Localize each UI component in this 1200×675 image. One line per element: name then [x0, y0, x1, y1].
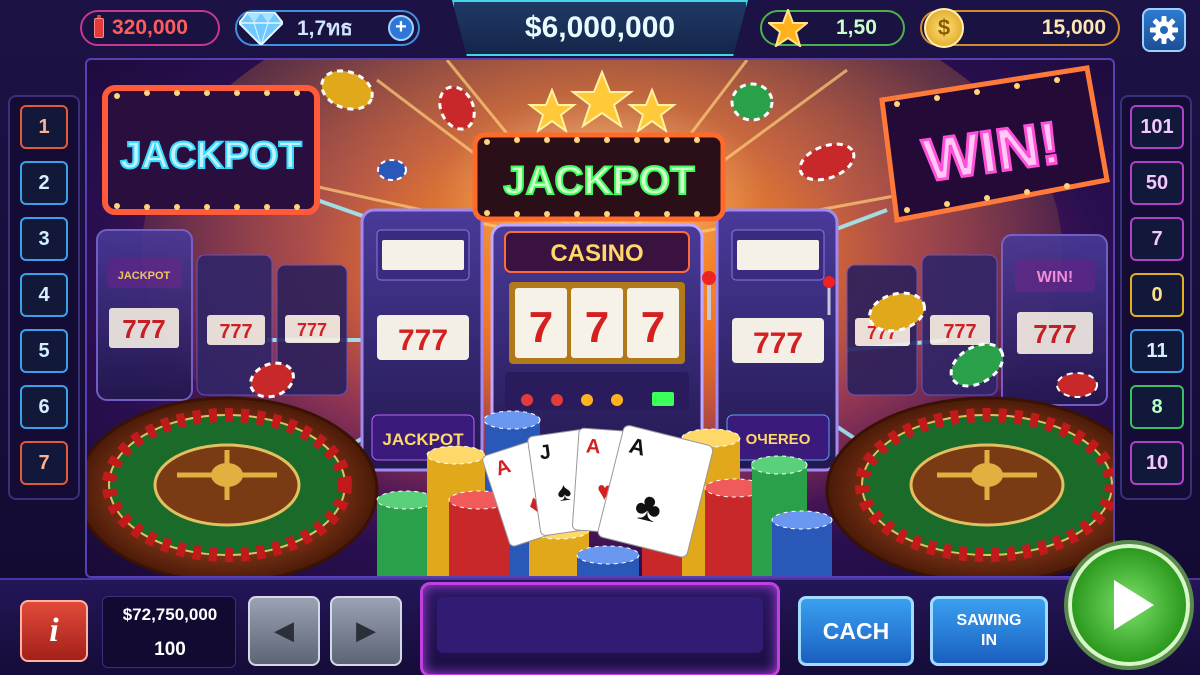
far-left-machine-label: JACKPOT [118, 270, 171, 282]
left-number-button-3[interactable]: 3 [20, 217, 68, 261]
settings-button[interactable] [1142, 8, 1186, 52]
add-gems-button[interactable]: + [388, 15, 414, 41]
gem-counter: 1,7ทธ + [235, 10, 420, 46]
casino-label: CASINO [550, 240, 643, 267]
bottom-control-bar: i $72,750,000 100 ◀ ▶ CACH SAWING IN [0, 544, 1200, 675]
bet-total-value: $72,750,000 [122, 605, 218, 624]
info-button[interactable]: i [20, 600, 88, 662]
star-counter: 1,50 [760, 9, 905, 47]
play-button[interactable] [1068, 544, 1190, 666]
message-display [420, 582, 780, 675]
right-number-button-4[interactable]: 0 [1130, 273, 1184, 317]
game-screen: 320,000 1,7ทธ + $6,000,000 1,50 $ 15,000 [0, 0, 1200, 675]
saving-button-line1: SAWING [956, 612, 1022, 629]
left-number-button-4[interactable]: 4 [20, 273, 68, 317]
left-number-rail: 1 2 3 4 5 6 7 [8, 95, 80, 500]
machine-panel-right: ОЧЕRЕО [746, 431, 811, 448]
right-number-button-2[interactable]: 50 [1130, 161, 1184, 205]
reel-1: 7 [529, 303, 553, 352]
star-icon [768, 9, 808, 47]
cash-button[interactable]: CACH [798, 596, 914, 666]
svg-text:777: 777 [122, 314, 165, 344]
left-number-button-1[interactable]: 1 [20, 105, 68, 149]
bet-panel: $72,750,000 100 [102, 596, 236, 668]
saving-button-line2: IN [981, 632, 997, 649]
svg-text:777: 777 [398, 324, 448, 357]
casino-scene: JACKPOT WIN! JACKPOT 777 777 777 777 777… [85, 58, 1115, 578]
previous-button[interactable]: ◀ [248, 596, 320, 666]
gem-value: 1,7ทธ [297, 16, 353, 40]
left-number-button-5[interactable]: 5 [20, 329, 68, 373]
neon-sign-jackpot-left: JACKPOT [102, 85, 320, 215]
sign-center-text: JACKPOT [503, 159, 694, 203]
right-number-button-1[interactable]: 101 [1130, 105, 1184, 149]
mid-slot-machine-left: 777 JACKPOT [360, 208, 484, 472]
sign-left-text: JACKPOT [120, 135, 302, 177]
cash-value: 320,000 [112, 16, 188, 39]
jackpot-display: $6,000,000 [452, 0, 748, 56]
jackpot-value: $6,000,000 [524, 11, 676, 44]
saving-in-button[interactable]: SAWING IN [930, 596, 1048, 666]
right-number-button-7[interactable]: 10 [1130, 441, 1184, 485]
left-arrow-icon: ◀ [274, 615, 294, 645]
side-machine-right-label: WIN! [1037, 269, 1073, 286]
svg-text:777: 777 [219, 321, 252, 343]
neon-sign-jackpot-center: JACKPOT [472, 132, 726, 222]
right-number-button-3[interactable]: 7 [1130, 217, 1184, 261]
roulette-wheel-left [87, 396, 379, 576]
gear-icon [1150, 16, 1178, 44]
svg-text:777: 777 [1033, 319, 1076, 349]
left-number-button-2[interactable]: 2 [20, 161, 68, 205]
coin-value: 15,000 [1041, 16, 1106, 39]
next-button[interactable]: ▶ [330, 596, 402, 666]
coin-counter: $ 15,000 [920, 8, 1120, 48]
right-arrow-icon: ▶ [356, 615, 376, 645]
star-value: 1,50 [836, 16, 877, 39]
right-number-button-6[interactable]: 8 [1130, 385, 1184, 429]
coin-icon: $ [924, 8, 964, 48]
right-number-button-5[interactable]: 11 [1130, 329, 1184, 373]
reel-2: 7 [585, 303, 609, 352]
battery-icon [94, 15, 104, 38]
svg-text:777: 777 [943, 321, 976, 343]
svg-text:777: 777 [753, 327, 803, 360]
mid-slot-machine-right: 777 ОЧЕRЕО [715, 208, 839, 472]
cash-button-label: CACH [822, 617, 890, 644]
reel-3: 7 [641, 303, 665, 352]
card-3: A [585, 435, 601, 458]
svg-text:777: 777 [297, 320, 327, 340]
cash-counter: 320,000 [80, 10, 220, 46]
left-number-button-7[interactable]: 7 [20, 441, 68, 485]
diamond-icon [239, 12, 283, 45]
left-number-button-6[interactable]: 6 [20, 385, 68, 429]
bet-lines-value: 100 [154, 639, 186, 660]
message-display-inner [437, 597, 763, 653]
play-icon [1114, 580, 1154, 630]
right-number-rail: 101 50 7 0 11 8 10 [1120, 95, 1192, 500]
